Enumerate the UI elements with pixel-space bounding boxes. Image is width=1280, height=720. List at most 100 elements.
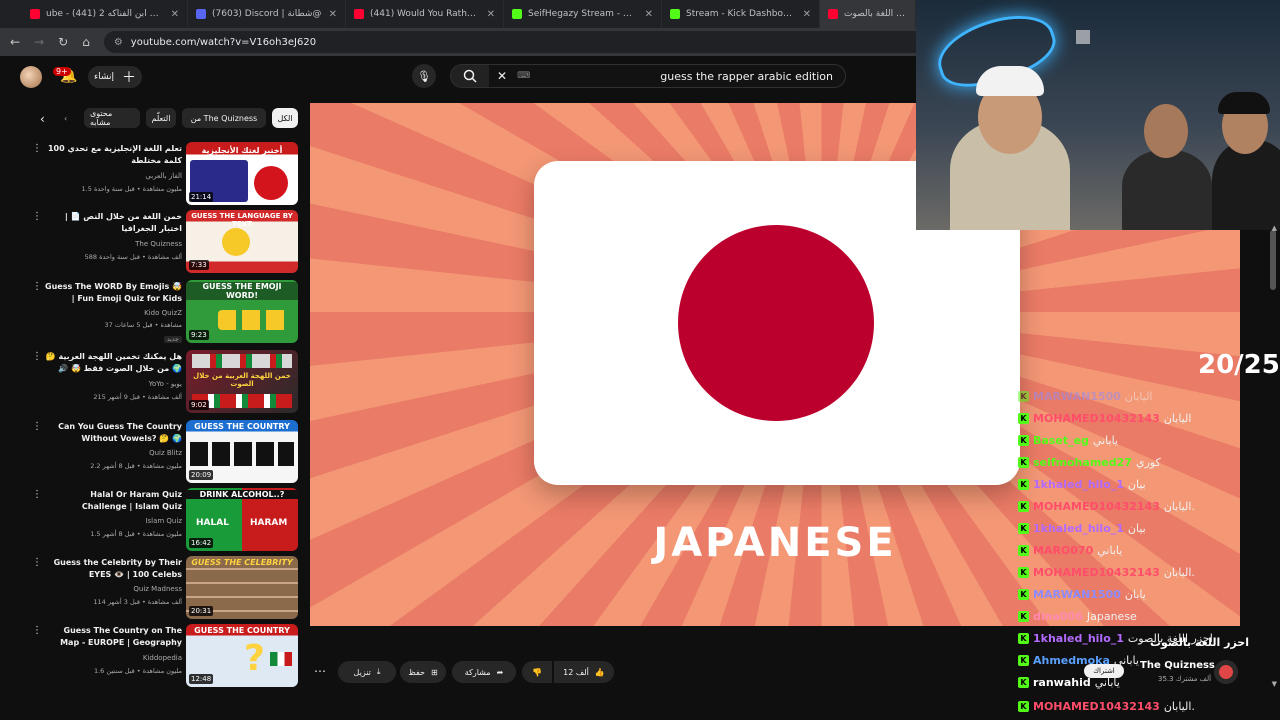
download-icon: ⤓ xyxy=(376,667,381,676)
scroll-down-arrow-icon[interactable]: ▼ xyxy=(1272,680,1277,688)
site-info-icon[interactable]: ⚙ xyxy=(114,37,123,48)
video-title[interactable]: Guess The Country on The Map - EUROPE | … xyxy=(44,625,182,649)
channel-avatar[interactable] xyxy=(1214,660,1238,684)
kick-icon xyxy=(670,9,680,19)
thumbnail-caption: أختبر لغتك الأنجليزية xyxy=(201,146,283,155)
chat-user: MOHAMED10432143 xyxy=(1033,699,1160,713)
chat-user: MOHAMED10432143 xyxy=(1033,411,1160,425)
forward-arrow-icon[interactable]: → xyxy=(34,35,44,49)
video-thumbnail[interactable]: أختبر لغتك الأنجليزية 21:14 xyxy=(186,142,298,205)
channel-name[interactable]: The Quizness xyxy=(44,240,182,248)
more-options-icon[interactable]: ⋮ xyxy=(32,421,42,432)
browser-tab-active[interactable]: احزر اللغة بالصوت xyxy=(820,0,916,28)
browser-tab[interactable]: Stream - Kick Dashboard ✕ xyxy=(662,0,820,28)
kick-icon xyxy=(512,9,522,19)
chat-user: ranwahid xyxy=(1033,675,1091,689)
more-options-icon[interactable]: ⋮ xyxy=(32,211,42,222)
video-thumbnail[interactable]: GUESS THE CELEBRITY 20:31 xyxy=(186,556,298,619)
emoji-row-icon xyxy=(218,310,288,330)
browser-tab[interactable]: SeifHegazy Stream - Watch Live ✕ xyxy=(504,0,662,28)
kick-icon: K xyxy=(1018,610,1029,622)
like-button[interactable]: 12 ألف 👍 xyxy=(554,661,614,683)
video-title[interactable]: Halal Or Haram Quiz Challenge | Islam Qu… xyxy=(44,489,182,513)
close-tab-icon[interactable]: ✕ xyxy=(487,9,495,20)
more-options-icon[interactable]: ⋮ xyxy=(32,557,42,568)
chat-message: K MARWAN1500 يابان xyxy=(1018,584,1146,604)
channel-name[interactable]: YoYo - يويو xyxy=(44,380,182,388)
save-button[interactable]: حفظ ⊞ xyxy=(400,661,446,683)
back-arrow-icon[interactable]: ← xyxy=(10,35,20,49)
chip-all[interactable]: الكل xyxy=(272,108,298,128)
plus-icon: ＋ xyxy=(122,70,136,86)
chips-prev-chevron-icon[interactable]: ‹ xyxy=(40,112,45,126)
video-title[interactable]: Guess the Celebrity by Their EYES 👁️ | 1… xyxy=(44,557,182,581)
more-options-icon[interactable]: ⋮ xyxy=(32,281,42,292)
video-title[interactable]: خمن اللغة من خلال النص 📄 | اختبار الجغرا… xyxy=(44,211,182,235)
page-scrollbar[interactable] xyxy=(1270,230,1276,290)
more-actions-icon[interactable]: ⋯ xyxy=(314,664,326,678)
kick-icon: K xyxy=(1018,632,1029,644)
close-tab-icon[interactable]: ✕ xyxy=(803,9,811,20)
close-tab-icon[interactable]: ✕ xyxy=(645,9,653,20)
close-tab-icon[interactable]: ✕ xyxy=(329,9,337,20)
channel-name[interactable]: Kiddopedia xyxy=(44,654,182,662)
more-options-icon[interactable]: ⋮ xyxy=(32,351,42,362)
channel-name[interactable]: الفاز بالعربي xyxy=(44,172,182,180)
more-options-icon[interactable]: ⋮ xyxy=(32,143,42,154)
voice-search-mic-icon[interactable]: 🎙 xyxy=(412,64,436,88)
channel-name[interactable]: Quiz Madness xyxy=(44,585,182,593)
video-meta: 2.2 مليون مشاهدة • قبل 8 أشهر xyxy=(90,462,182,470)
question-counter: 20/25 xyxy=(1198,350,1280,380)
more-options-icon[interactable]: ⋮ xyxy=(32,625,42,636)
chat-message: K seifmohamed27 كوري xyxy=(1018,452,1161,472)
chip-from-channel[interactable]: من The Quizness xyxy=(182,108,266,128)
channel-name-main[interactable]: The Quizness xyxy=(1140,660,1215,671)
thinking-emoji-icon xyxy=(222,228,250,256)
channel-name[interactable]: Quiz Blitz xyxy=(44,449,182,457)
clear-search-icon[interactable]: ✕ xyxy=(497,69,507,83)
chat-text: ياباني xyxy=(1092,433,1118,447)
browser-tab[interactable]: (7603) Discord | شطانة@ ✕ xyxy=(188,0,346,28)
channel-name[interactable]: Kido QuizZ xyxy=(44,309,182,317)
share-button[interactable]: مشاركة ➦ xyxy=(452,661,516,683)
subscribe-button[interactable]: اشتراك xyxy=(1084,664,1124,678)
bookmark-icon: ⊞ xyxy=(430,667,438,677)
video-title[interactable]: تعلم اللغة الإنجليزية مع تحدي 100 كلمة م… xyxy=(44,143,182,167)
video-thumbnail[interactable]: GUESS THE COUNTRY ? 12:48 xyxy=(186,624,298,687)
reload-icon[interactable]: ↻ xyxy=(58,35,68,49)
create-button[interactable]: إنشاء ＋ xyxy=(88,66,142,88)
scroll-up-arrow-icon[interactable]: ▲ xyxy=(1272,224,1277,232)
chip-similar[interactable]: محتوى مشابه xyxy=(84,108,140,128)
white-cap xyxy=(976,66,1044,96)
home-icon[interactable]: ⌂ xyxy=(82,35,90,49)
search-button[interactable] xyxy=(451,65,489,87)
keyboard-icon[interactable]: ⌨ xyxy=(517,71,530,81)
chat-user: 1khaled_hilo_1 xyxy=(1033,477,1124,491)
video-meta: 1.5 مليون مشاهدة • قبل سنة واحدة xyxy=(81,185,182,193)
chip-learning[interactable]: التعلّم xyxy=(146,108,176,128)
video-thumbnail[interactable]: GUESS THE COUNTRY 20:09 xyxy=(186,420,298,483)
video-thumbnail[interactable]: خمن اللهجة العربية من خلال الصوت 9:02 xyxy=(186,350,298,413)
video-thumbnail[interactable]: GUESS THE EMOJI WORD! 9:23 xyxy=(186,280,298,343)
video-meta: 114 ألف مشاهدة • قبل 3 أشهر xyxy=(93,598,182,606)
url-text: youtube.com/watch?v=V16oh3eJ620 xyxy=(130,36,317,48)
search-input[interactable]: guess the rapper arabic edition xyxy=(530,70,845,83)
chat-user: dina006 xyxy=(1033,609,1083,623)
kick-icon: K xyxy=(1018,500,1029,512)
avatar[interactable] xyxy=(20,66,42,88)
channel-name[interactable]: Islam Quiz xyxy=(44,517,182,525)
video-title[interactable]: Can You Guess The Country Without Vowels… xyxy=(44,421,182,445)
guest-head xyxy=(1144,104,1188,158)
download-button[interactable]: تنزيل ⤓ xyxy=(338,661,396,683)
close-tab-icon[interactable]: ✕ xyxy=(171,9,179,20)
video-title[interactable]: Guess The WORD By Emojis 🤯 | Fun Emoji Q… xyxy=(44,281,182,305)
url-field[interactable]: ⚙ youtube.com/watch?v=V16oh3eJ620 xyxy=(103,31,924,53)
dislike-button[interactable]: 👎 xyxy=(522,661,552,683)
video-thumbnail[interactable]: GUESS THE LANGUAGE BY TEXT 7:33 xyxy=(186,210,298,273)
video-title[interactable]: هل يمكنك تخمين اللهجة العربية 🤔 🌍 من خلا… xyxy=(44,351,182,375)
browser-tab[interactable]: ube - انا قلبي ابن الفناكه 2 (441) ✕ xyxy=(0,0,188,28)
duration: 7:33 xyxy=(189,260,209,270)
browser-tab[interactable]: (441) Would You Rather...? 140 ✕ xyxy=(346,0,504,28)
more-options-icon[interactable]: ⋮ xyxy=(32,489,42,500)
video-thumbnail[interactable]: DRINK ALCOHOL..? HALAL HARAM 16:42 xyxy=(186,488,298,551)
